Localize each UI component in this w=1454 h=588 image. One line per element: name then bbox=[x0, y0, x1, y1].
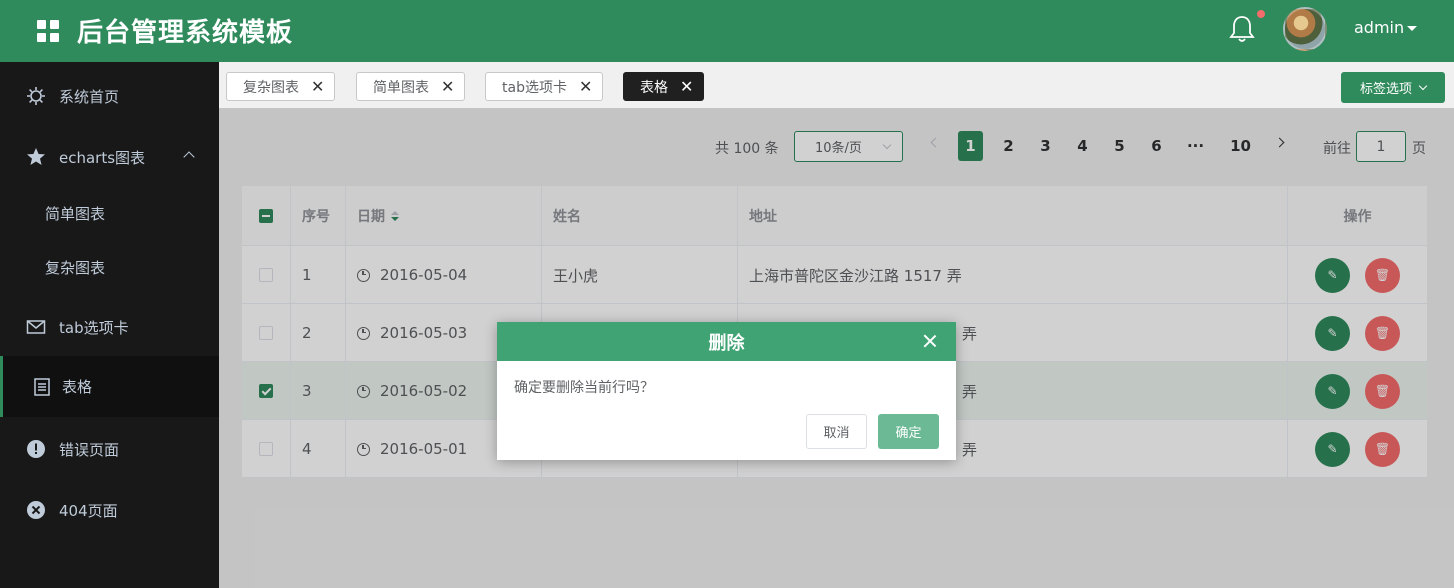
confirm-button[interactable]: 确定 bbox=[878, 414, 939, 449]
bell-icon[interactable] bbox=[1228, 14, 1256, 44]
sidebar-item-echarts[interactable]: echarts图表 bbox=[0, 127, 219, 187]
close-icon[interactable]: ✕ bbox=[311, 77, 324, 96]
sidebar-item-table[interactable]: 表格 bbox=[0, 356, 219, 417]
app-title: 后台管理系统模板 bbox=[77, 18, 294, 48]
tab-label: tab选项卡 bbox=[502, 79, 567, 96]
dialog-title: 删除 bbox=[708, 332, 745, 354]
sidebar-item-404[interactable]: 404页面 bbox=[0, 480, 219, 540]
sidebar-item-label: 简单图表 bbox=[45, 204, 106, 223]
tab-tabs[interactable]: tab选项卡 ✕ bbox=[485, 72, 604, 101]
dialog-message: 确定要删除当前行吗？ bbox=[514, 380, 654, 396]
sidebar-item-dashboard[interactable]: 系统首页 bbox=[0, 66, 219, 126]
delete-dialog: 删除 确定要删除当前行吗？ 取消 确定 bbox=[497, 322, 956, 460]
tab-simple-chart[interactable]: 简单图表 ✕ bbox=[356, 72, 466, 101]
chevron-down-icon bbox=[1418, 81, 1428, 90]
warning-icon bbox=[27, 440, 45, 458]
sidebar-item-simple-chart[interactable]: 简单图表 bbox=[0, 183, 219, 243]
dialog-header: 删除 bbox=[497, 322, 956, 361]
sidebar-item-complex-chart[interactable]: 复杂图表 bbox=[0, 237, 219, 297]
tab-label: 表格 bbox=[640, 79, 668, 96]
tags-bar: 复杂图表 ✕ 简单图表 ✕ tab选项卡 ✕ 表格 ✕ 标签选项 bbox=[219, 62, 1454, 109]
chevron-up-icon bbox=[183, 151, 195, 163]
mail-icon bbox=[26, 320, 46, 334]
notification-badge bbox=[1257, 10, 1265, 18]
grid-menu-icon[interactable] bbox=[37, 20, 59, 42]
document-icon bbox=[34, 377, 50, 396]
top-header: 后台管理系统模板 admin bbox=[0, 0, 1454, 62]
sidebar: 系统首页 echarts图表 简单图表 复杂图表 tab选项卡 表格 错误页面 bbox=[0, 62, 219, 588]
avatar[interactable] bbox=[1283, 7, 1327, 51]
dashboard-icon bbox=[27, 87, 45, 105]
tab-complex-chart[interactable]: 复杂图表 ✕ bbox=[226, 72, 336, 101]
close-icon[interactable] bbox=[922, 333, 938, 349]
sidebar-item-error[interactable]: 错误页面 bbox=[0, 419, 219, 479]
sidebar-item-label: tab选项卡 bbox=[59, 318, 129, 337]
tab-table[interactable]: 表格 ✕ bbox=[623, 72, 705, 101]
sidebar-item-label: 404页面 bbox=[59, 501, 118, 520]
close-icon[interactable]: ✕ bbox=[441, 77, 454, 96]
sidebar-item-label: 表格 bbox=[62, 378, 93, 396]
tag-options-button[interactable]: 标签选项 bbox=[1341, 72, 1445, 103]
sidebar-item-label: echarts图表 bbox=[59, 148, 146, 167]
sidebar-item-label: 错误页面 bbox=[59, 440, 120, 459]
close-icon[interactable]: ✕ bbox=[680, 77, 693, 96]
sidebar-item-tabs[interactable]: tab选项卡 bbox=[0, 297, 219, 357]
close-circle-icon bbox=[27, 501, 45, 519]
cancel-button[interactable]: 取消 bbox=[806, 414, 867, 449]
user-caret-down-icon[interactable] bbox=[1407, 26, 1417, 31]
sidebar-item-label: 系统首页 bbox=[59, 87, 120, 106]
tag-options-label: 标签选项 bbox=[1359, 82, 1412, 97]
close-icon[interactable]: ✕ bbox=[579, 77, 592, 96]
user-name[interactable]: admin bbox=[1354, 18, 1404, 37]
star-icon bbox=[27, 148, 45, 165]
sidebar-item-label: 复杂图表 bbox=[45, 258, 106, 277]
tab-label: 简单图表 bbox=[373, 79, 429, 96]
tab-label: 复杂图表 bbox=[243, 79, 299, 96]
